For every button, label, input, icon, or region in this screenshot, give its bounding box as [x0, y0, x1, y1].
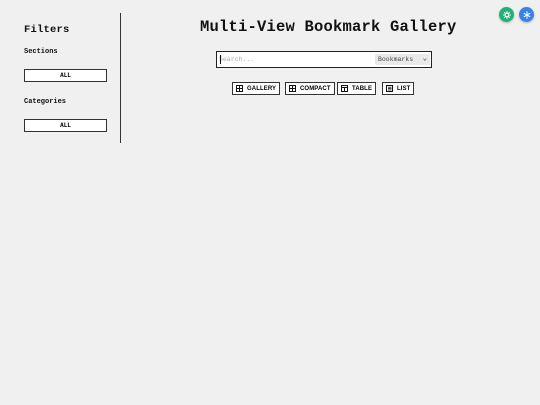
categories-all-button[interactable]: ALL: [24, 119, 107, 132]
settings-button[interactable]: [499, 7, 514, 22]
view-table-button[interactable]: TABLE: [337, 82, 377, 95]
grid-icon: [236, 85, 243, 92]
view-list-button[interactable]: LIST: [382, 82, 415, 95]
gear-icon: [502, 10, 511, 19]
search-input[interactable]: [219, 54, 371, 65]
list-icon: [386, 85, 393, 92]
view-gallery-label: GALLERY: [247, 85, 277, 92]
table-icon: [341, 85, 348, 92]
categories-label: Categories: [24, 98, 67, 106]
text-caret: [220, 55, 221, 64]
chevron-down-icon: ⌄: [422, 55, 427, 63]
view-table-label: TABLE: [352, 85, 373, 92]
page-title: Multi-View Bookmark Gallery: [200, 18, 457, 36]
sidebar-title: Filters: [24, 24, 70, 36]
grid-icon: [289, 85, 296, 92]
view-gallery-button[interactable]: GALLERY: [232, 82, 281, 95]
view-list-label: LIST: [397, 85, 411, 92]
theme-button[interactable]: [519, 7, 534, 22]
search-scope-value: Bookmarks: [378, 56, 414, 63]
sections-label: Sections: [24, 48, 58, 56]
search-scope-select[interactable]: Bookmarks ⌄: [375, 54, 430, 65]
page: Filters Sections ALL Categories ALL Mult…: [0, 0, 540, 405]
view-compact-button[interactable]: COMPACT: [285, 82, 335, 95]
filters-sidebar: Filters Sections ALL Categories ALL: [0, 13, 121, 143]
sections-all-button[interactable]: ALL: [24, 69, 107, 82]
snowflake-icon: [523, 10, 531, 19]
view-compact-label: COMPACT: [300, 85, 331, 92]
search-bar: Bookmarks ⌄: [216, 51, 432, 68]
